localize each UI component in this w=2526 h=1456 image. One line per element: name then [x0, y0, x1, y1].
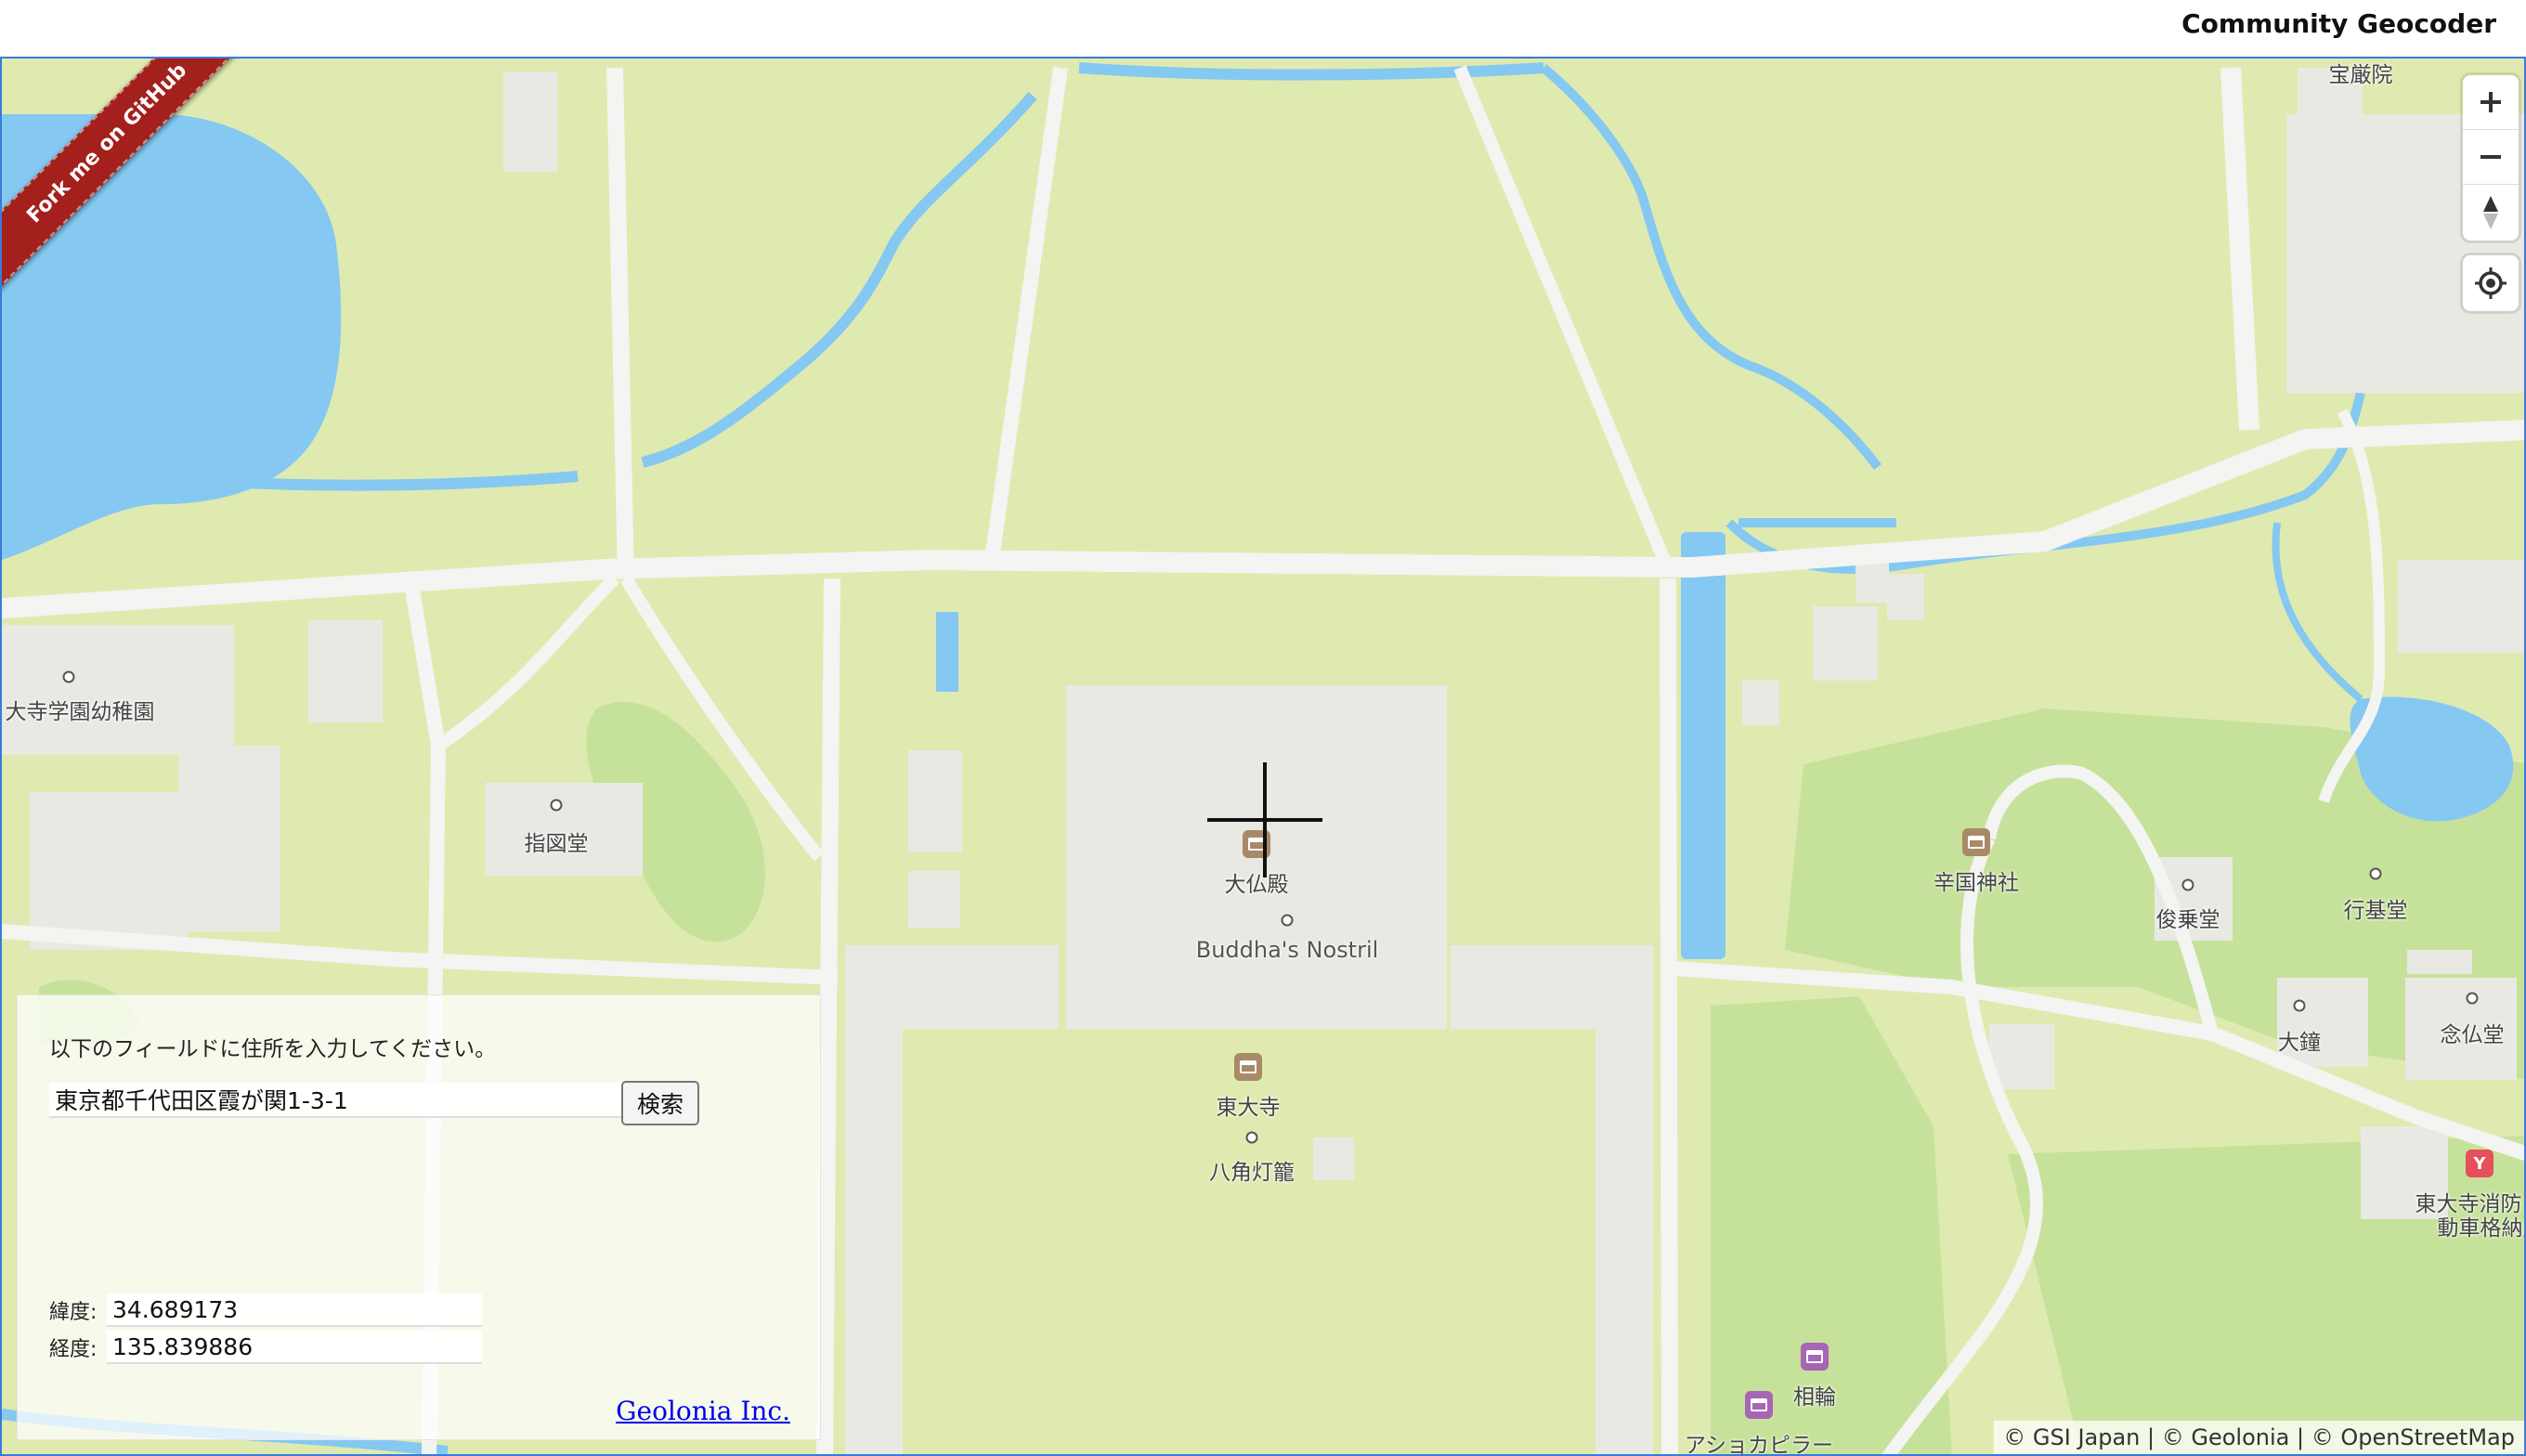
app-root: Community Geocoder Fork me on GitHub 大寺学…	[0, 0, 2526, 1456]
map-canvas[interactable]: Fork me on GitHub 大寺学園幼稚園 指図堂 大仏殿 Buddha…	[0, 57, 2526, 1456]
longitude-label: 経度:	[49, 1338, 98, 1361]
latitude-row: 緯度:	[49, 1293, 482, 1328]
map-label-todaiji: 東大寺	[1216, 1096, 1281, 1120]
latitude-field[interactable]	[107, 1294, 482, 1327]
geolocate-icon	[2475, 267, 2506, 299]
map-label-shunjodo: 俊乗堂	[2155, 908, 2220, 932]
compass-icon	[2483, 195, 2498, 229]
navigation-control	[2463, 75, 2519, 240]
map-label-nostril: Buddha's Nostril	[1195, 937, 1379, 963]
map-label-firestation-2: 動車格納庫	[2437, 1216, 2525, 1241]
instruction-text: 以下のフィールドに住所を入力してください。	[49, 1037, 497, 1061]
header-bar: Community Geocoder	[0, 0, 2526, 57]
temple-icon	[1234, 1053, 1262, 1081]
poi-dot	[2369, 867, 2382, 880]
zoom-in-button[interactable]	[2463, 75, 2519, 130]
poi-dot	[550, 799, 563, 812]
github-ribbon[interactable]: Fork me on GitHub	[2, 58, 262, 318]
crosshair-vertical	[1263, 762, 1267, 878]
zoom-out-button[interactable]	[2463, 130, 2519, 185]
monument-icon	[1745, 1391, 1773, 1419]
longitude-field[interactable]	[107, 1331, 482, 1364]
poi-dot	[2181, 878, 2194, 891]
map-attribution[interactable]: © GSI Japan | © Geolonia | © OpenStreetM…	[1994, 1421, 2524, 1454]
plus-icon	[2480, 92, 2501, 112]
center-crosshair	[1207, 762, 1322, 878]
map-label-sorin: 相輪	[1793, 1385, 1836, 1410]
map-label-ashoka: アショカピラー	[1684, 1434, 1834, 1456]
fire-station-icon: Y	[2466, 1150, 2493, 1177]
poi-dot	[1281, 914, 1294, 927]
latitude-label: 緯度:	[49, 1301, 98, 1324]
map-label-gyokido: 行基堂	[2343, 899, 2408, 923]
map-label-tsujikoku: 辛国神社	[1934, 871, 2019, 895]
poi-dot	[2466, 992, 2479, 1005]
map-label-kindergarten: 大寺学園幼稚園	[5, 700, 155, 724]
longitude-row: 経度:	[49, 1330, 482, 1365]
minus-icon	[2480, 155, 2501, 159]
github-ribbon-label[interactable]: Fork me on GitHub	[22, 58, 191, 228]
map-label-daisho: 大鐘	[2278, 1031, 2321, 1055]
poi-dot	[2293, 999, 2306, 1012]
compass-button[interactable]	[2463, 185, 2519, 240]
poi-dot	[62, 670, 75, 683]
app-title: Community Geocoder	[2181, 8, 2496, 39]
map-label-hodenin: 宝厳院	[2328, 63, 2393, 87]
geolocate-button[interactable]	[2463, 255, 2519, 311]
shrine-icon	[1962, 828, 1990, 856]
search-button[interactable]: 検索	[621, 1081, 699, 1125]
map-label-nenbutsudo: 念仏堂	[2440, 1023, 2505, 1047]
address-input[interactable]	[49, 1083, 627, 1118]
geocoder-panel: 以下のフィールドに住所を入力してください。 検索 緯度: 経度: Geoloni…	[17, 994, 821, 1440]
monument-icon	[1801, 1343, 1829, 1371]
map-label-shizudo: 指図堂	[524, 832, 589, 856]
map-label-lantern: 八角灯籠	[1209, 1161, 1295, 1185]
github-ribbon-banner[interactable]: Fork me on GitHub	[2, 58, 261, 297]
poi-dot	[1245, 1131, 1258, 1144]
geolonia-link[interactable]: Geolonia Inc.	[616, 1396, 790, 1426]
